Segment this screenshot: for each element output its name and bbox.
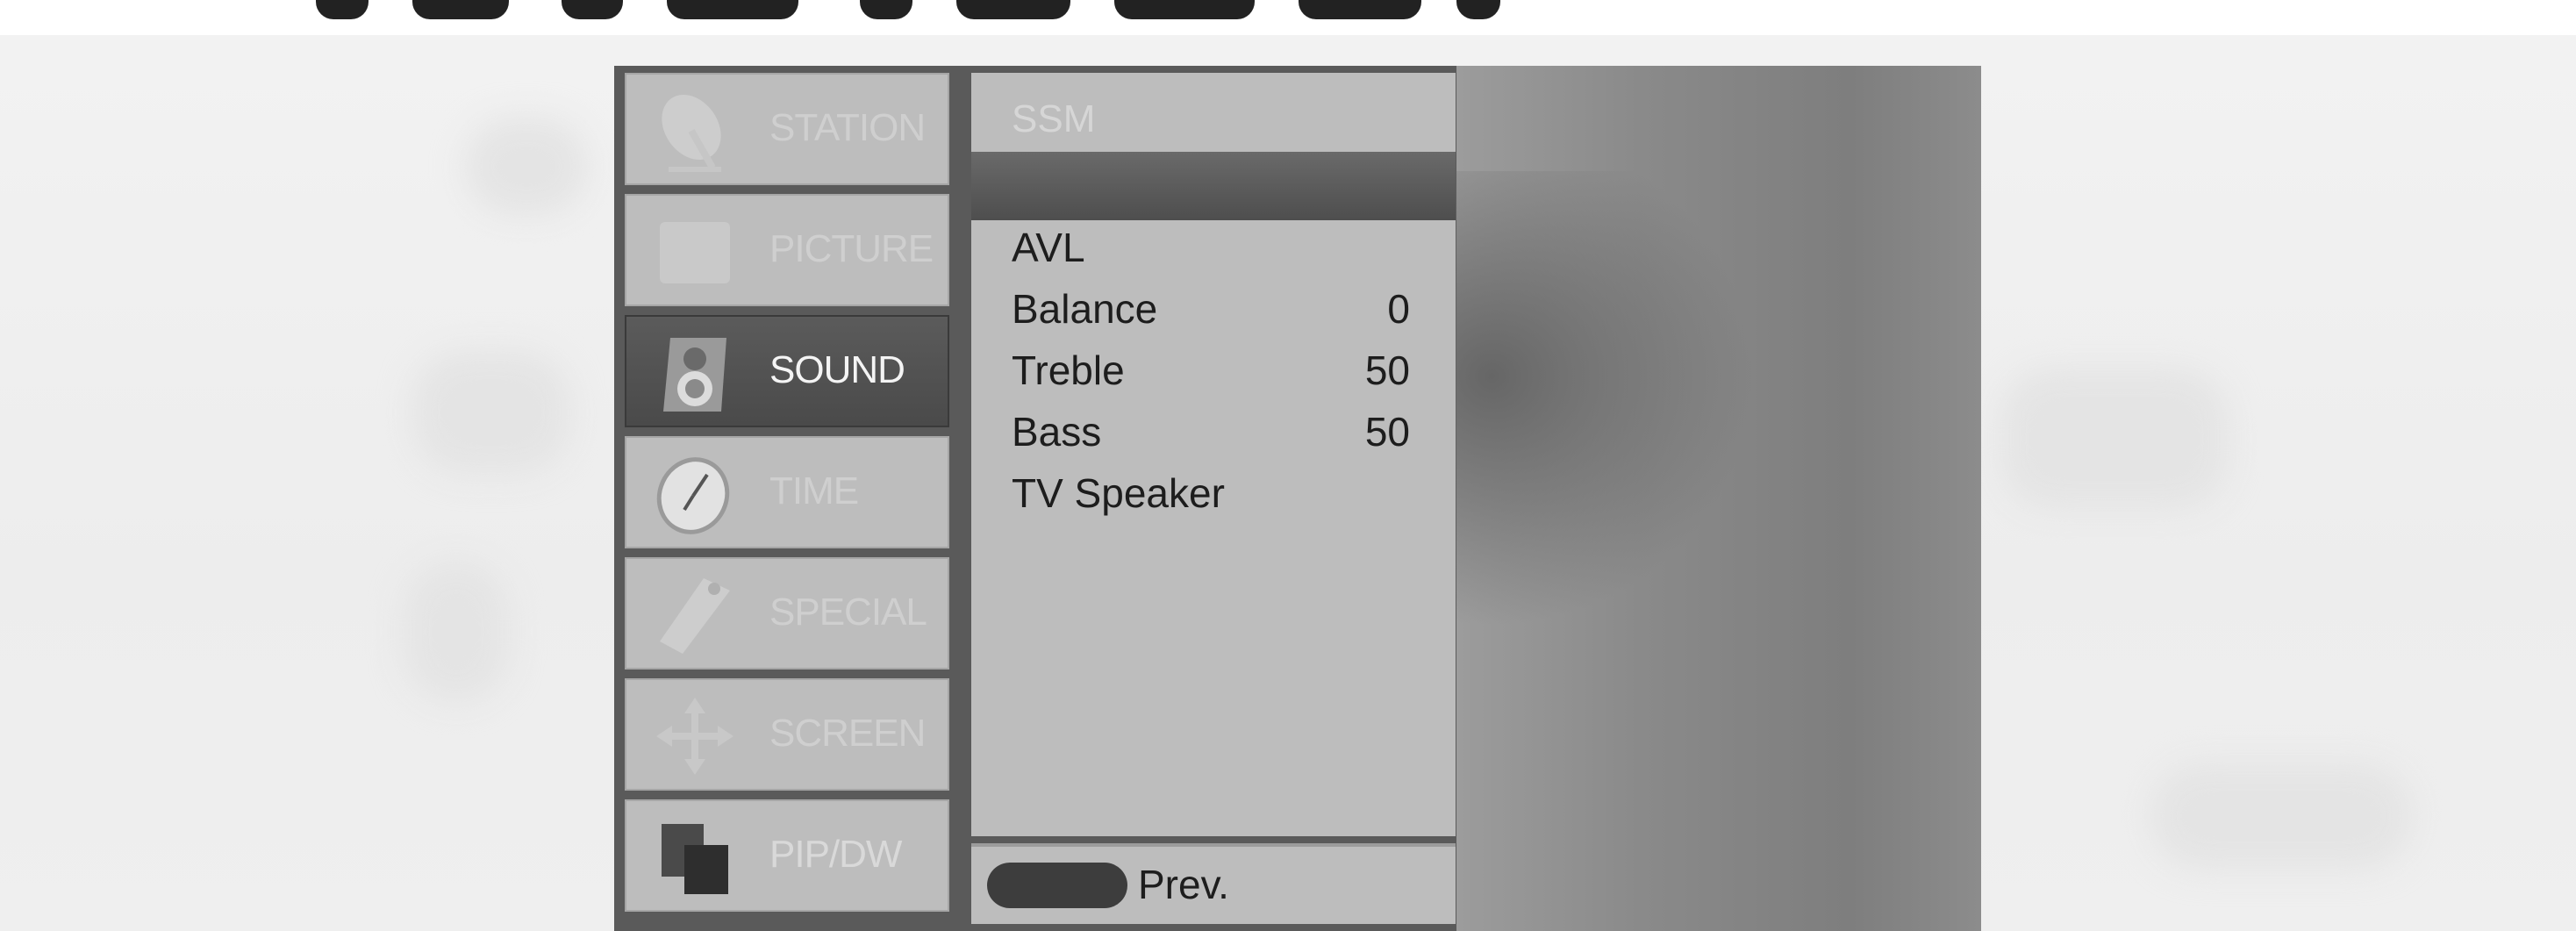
- category-label: PICTURE: [769, 227, 934, 270]
- menu-item-treble[interactable]: Treble 50: [971, 341, 1456, 403]
- submenu-footer: Prev.: [971, 843, 1456, 924]
- menu-item-label: Treble: [1012, 347, 1125, 393]
- satellite-dish-icon: [662, 94, 721, 172]
- menu-item-bass[interactable]: Bass 50: [971, 403, 1456, 464]
- picture-icon: [660, 222, 730, 283]
- top-text-fragment: [0, 0, 2576, 35]
- speaker-icon: [663, 338, 726, 412]
- category-label: SOUND: [769, 348, 905, 391]
- menu-item-tv-speaker[interactable]: TV Speaker: [971, 464, 1456, 526]
- sound-submenu: SSM AVL Balance 0 Treble 50 Bass 50 TV S…: [971, 73, 1456, 924]
- highlight-gap: [971, 152, 1456, 220]
- category-label: STATION: [769, 106, 926, 149]
- prev-label: Prev.: [1138, 862, 1229, 907]
- tag-icon: [660, 578, 730, 654]
- menu-item-value: 0: [1387, 286, 1410, 332]
- submenu-header[interactable]: SSM: [971, 73, 1456, 152]
- menu-item-label: TV Speaker: [1012, 470, 1225, 516]
- category-sound[interactable]: SOUND: [625, 315, 949, 427]
- prev-button[interactable]: [987, 863, 1127, 908]
- menu-item-value: 50: [1364, 409, 1410, 455]
- category-screen[interactable]: SCREEN: [625, 678, 949, 791]
- category-special[interactable]: SPECIAL: [625, 557, 949, 670]
- pip-windows-icon: [662, 824, 728, 894]
- category-label: SCREEN: [769, 712, 926, 755]
- menu-item-balance[interactable]: Balance 0: [971, 280, 1456, 341]
- menu-item-label: Balance: [1012, 286, 1158, 332]
- ssm-option: SSM: [1012, 97, 1096, 140]
- menu-item-label: AVL: [1012, 225, 1085, 270]
- category-menu: STATION PICTURE SOUND TIME SPECIAL SCREE…: [625, 73, 949, 924]
- menu-item-label: Bass: [1012, 409, 1102, 455]
- category-label: SPECIAL: [769, 591, 927, 634]
- category-label: TIME: [769, 469, 859, 512]
- category-label: PIP/DW: [769, 833, 902, 876]
- menu-item-value: 50: [1364, 347, 1410, 393]
- move-arrows-icon: [656, 698, 733, 775]
- tv-osd-screen: STATION PICTURE SOUND TIME SPECIAL SCREE…: [614, 66, 1981, 931]
- category-station[interactable]: STATION: [625, 73, 949, 185]
- category-time[interactable]: TIME: [625, 436, 949, 548]
- category-pip-dw[interactable]: PIP/DW: [625, 799, 949, 912]
- submenu-body: AVL Balance 0 Treble 50 Bass 50 TV Speak…: [971, 220, 1456, 836]
- clock-icon: [656, 457, 730, 534]
- category-picture[interactable]: PICTURE: [625, 194, 949, 306]
- menu-item-avl[interactable]: AVL: [971, 218, 1456, 280]
